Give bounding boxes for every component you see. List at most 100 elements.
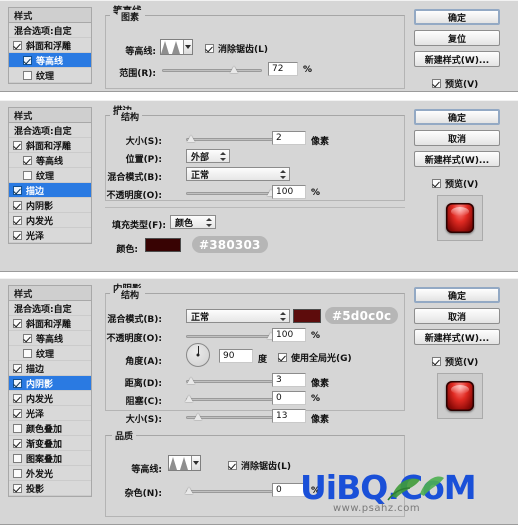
sidebar-item-blending-options[interactable]: 混合选项:自定 <box>9 123 91 138</box>
sidebar-item-2[interactable]: 纹理 <box>9 68 91 83</box>
dialog-button-1[interactable]: 取消 <box>414 308 500 324</box>
dialog-button-0[interactable]: 确定 <box>414 9 500 25</box>
slider-knob[interactable] <box>185 395 193 402</box>
sidebar-item-0[interactable]: 斜面和浮雕 <box>9 38 91 53</box>
slider-knob[interactable] <box>230 66 238 73</box>
checkbox-icon[interactable] <box>23 170 32 180</box>
size-value-3[interactable]: 13 <box>272 409 306 423</box>
distance-value-3[interactable]: 3 <box>272 373 306 387</box>
sidebar-item-blending-options[interactable]: 混合选项:自定 <box>9 23 91 38</box>
contour-preset-3[interactable] <box>168 455 201 471</box>
checkbox-icon[interactable] <box>23 70 32 80</box>
sidebar-item-5[interactable]: 内发光 <box>9 213 91 228</box>
styles-list-2[interactable]: 混合选项:自定 斜面和浮雕 等高线 纹理 描边 内阴影 内发光 光泽 <box>8 122 92 244</box>
color-swatch-2[interactable] <box>145 238 181 252</box>
opacity-value-3[interactable]: 100 <box>272 328 306 342</box>
checkbox-icon[interactable] <box>13 140 22 150</box>
range-value-1[interactable]: 72 <box>268 62 298 76</box>
slider-knob[interactable] <box>185 487 193 494</box>
sidebar-item-3[interactable]: 描边 <box>9 361 91 376</box>
sidebar-item-11[interactable]: 投影 <box>9 481 91 496</box>
blend-select-3[interactable]: 正常 <box>186 309 290 323</box>
sidebar-item-6[interactable]: 光泽 <box>9 228 91 243</box>
checkbox-icon[interactable] <box>13 318 22 328</box>
checkbox-icon[interactable] <box>13 438 22 448</box>
checkbox-icon[interactable] <box>13 230 22 240</box>
global-light-checkbox-3[interactable]: 使用全局光(G) <box>278 351 352 364</box>
antialias-checkbox-3[interactable]: 消除锯齿(L) <box>228 459 291 472</box>
checkbox-icon[interactable] <box>13 200 22 210</box>
slider-knob[interactable] <box>187 377 195 384</box>
preview-checkbox-2[interactable]: 预览(V) <box>432 177 478 190</box>
contour-dropdown-arrow-3[interactable] <box>191 456 200 470</box>
sidebar-item-1[interactable]: 等高线 <box>9 153 91 168</box>
checkbox-icon[interactable] <box>13 423 22 433</box>
checkbox-icon[interactable] <box>23 333 32 343</box>
sidebar-item-blending-options[interactable]: 混合选项:自定 <box>9 301 91 316</box>
watermark-subtext: www.psahz.com <box>333 503 421 514</box>
slider-knob[interactable] <box>194 413 202 420</box>
checkbox-icon[interactable] <box>13 185 22 195</box>
checkbox-icon[interactable] <box>23 348 32 358</box>
preview-checkbox-1[interactable]: 预览(V) <box>432 77 478 90</box>
sidebar-item-5[interactable]: 内发光 <box>9 391 91 406</box>
preview-checkbox-3[interactable]: 预览(V) <box>432 355 478 368</box>
sidebar-item-10[interactable]: 外发光 <box>9 466 91 481</box>
checkbox-icon[interactable] <box>13 468 22 478</box>
sidebar-item-4[interactable]: 内阴影 <box>9 376 91 391</box>
size-value-2[interactable]: 2 <box>272 131 306 145</box>
choke-value-3[interactable]: 0 <box>272 391 306 405</box>
checkbox-icon[interactable] <box>13 378 22 388</box>
dialog-button-0[interactable]: 确定 <box>414 109 500 125</box>
choke-slider-3[interactable] <box>185 393 276 405</box>
sidebar-item-1[interactable]: 等高线 <box>9 53 91 68</box>
range-slider-1[interactable] <box>162 64 262 76</box>
dialog-button-1[interactable]: 复位 <box>414 30 500 46</box>
sidebar-item-6[interactable]: 光泽 <box>9 406 91 421</box>
dialog-button-2[interactable]: 新建样式(W)... <box>414 329 500 345</box>
sidebar-item-1[interactable]: 等高线 <box>9 331 91 346</box>
sidebar-item-2[interactable]: 纹理 <box>9 346 91 361</box>
checkbox-icon[interactable] <box>13 483 22 493</box>
dialog-button-1[interactable]: 取消 <box>414 130 500 146</box>
antialias-checkbox-1[interactable]: 消除锯齿(L) <box>205 42 268 55</box>
sidebar-item-9[interactable]: 图案叠加 <box>9 451 91 466</box>
sidebar-item-3[interactable]: 描边 <box>9 183 91 198</box>
opacity-slider-2[interactable] <box>186 187 276 199</box>
position-select-2[interactable]: 外部 <box>186 149 230 163</box>
opacity-value-2[interactable]: 100 <box>272 185 306 199</box>
sidebar-item-7[interactable]: 颜色叠加 <box>9 421 91 436</box>
sidebar-item-8[interactable]: 渐变叠加 <box>9 436 91 451</box>
sidebar-item-4[interactable]: 内阴影 <box>9 198 91 213</box>
size-slider-2[interactable] <box>186 133 276 145</box>
noise-slider-3[interactable] <box>185 485 276 497</box>
color-swatch-3[interactable] <box>293 309 321 323</box>
contour-dropdown-arrow-1[interactable] <box>183 40 192 54</box>
angle-value-3[interactable]: 90 <box>219 349 253 363</box>
styles-list-3[interactable]: 混合选项:自定 斜面和浮雕 等高线 纹理 描边 内阴影 内发光 光泽 颜色叠加 渐变叠加 图案叠加外… <box>8 300 92 497</box>
checkbox-icon[interactable] <box>13 40 22 50</box>
slider-knob[interactable] <box>187 135 195 142</box>
checkbox-icon[interactable] <box>23 55 32 65</box>
size-slider-3[interactable] <box>186 411 276 423</box>
checkbox-icon[interactable] <box>13 453 22 463</box>
contour-preset-1[interactable] <box>160 39 193 55</box>
blend-select-2[interactable]: 正常 <box>186 167 290 181</box>
sidebar-item-0[interactable]: 斜面和浮雕 <box>9 138 91 153</box>
styles-list-1[interactable]: 混合选项:自定 斜面和浮雕 等高线 纹理 <box>8 22 92 84</box>
checkbox-icon[interactable] <box>23 155 32 165</box>
checkbox-icon[interactable] <box>13 393 22 403</box>
dialog-button-2[interactable]: 新建样式(W)... <box>414 51 500 67</box>
dialog-button-0[interactable]: 确定 <box>414 287 500 303</box>
checkbox-icon[interactable] <box>13 408 22 418</box>
opacity-unit-3: % <box>311 331 321 341</box>
sidebar-item-2[interactable]: 纹理 <box>9 168 91 183</box>
checkbox-icon[interactable] <box>13 215 22 225</box>
angle-dial-3[interactable] <box>186 343 210 367</box>
checkbox-icon[interactable] <box>13 363 22 373</box>
sidebar-item-0[interactable]: 斜面和浮雕 <box>9 316 91 331</box>
filltype-select-2[interactable]: 颜色 <box>170 215 216 229</box>
distance-slider-3[interactable] <box>186 375 276 387</box>
dialog-button-2[interactable]: 新建样式(W)... <box>414 151 500 167</box>
opacity-slider-3[interactable] <box>186 330 276 342</box>
